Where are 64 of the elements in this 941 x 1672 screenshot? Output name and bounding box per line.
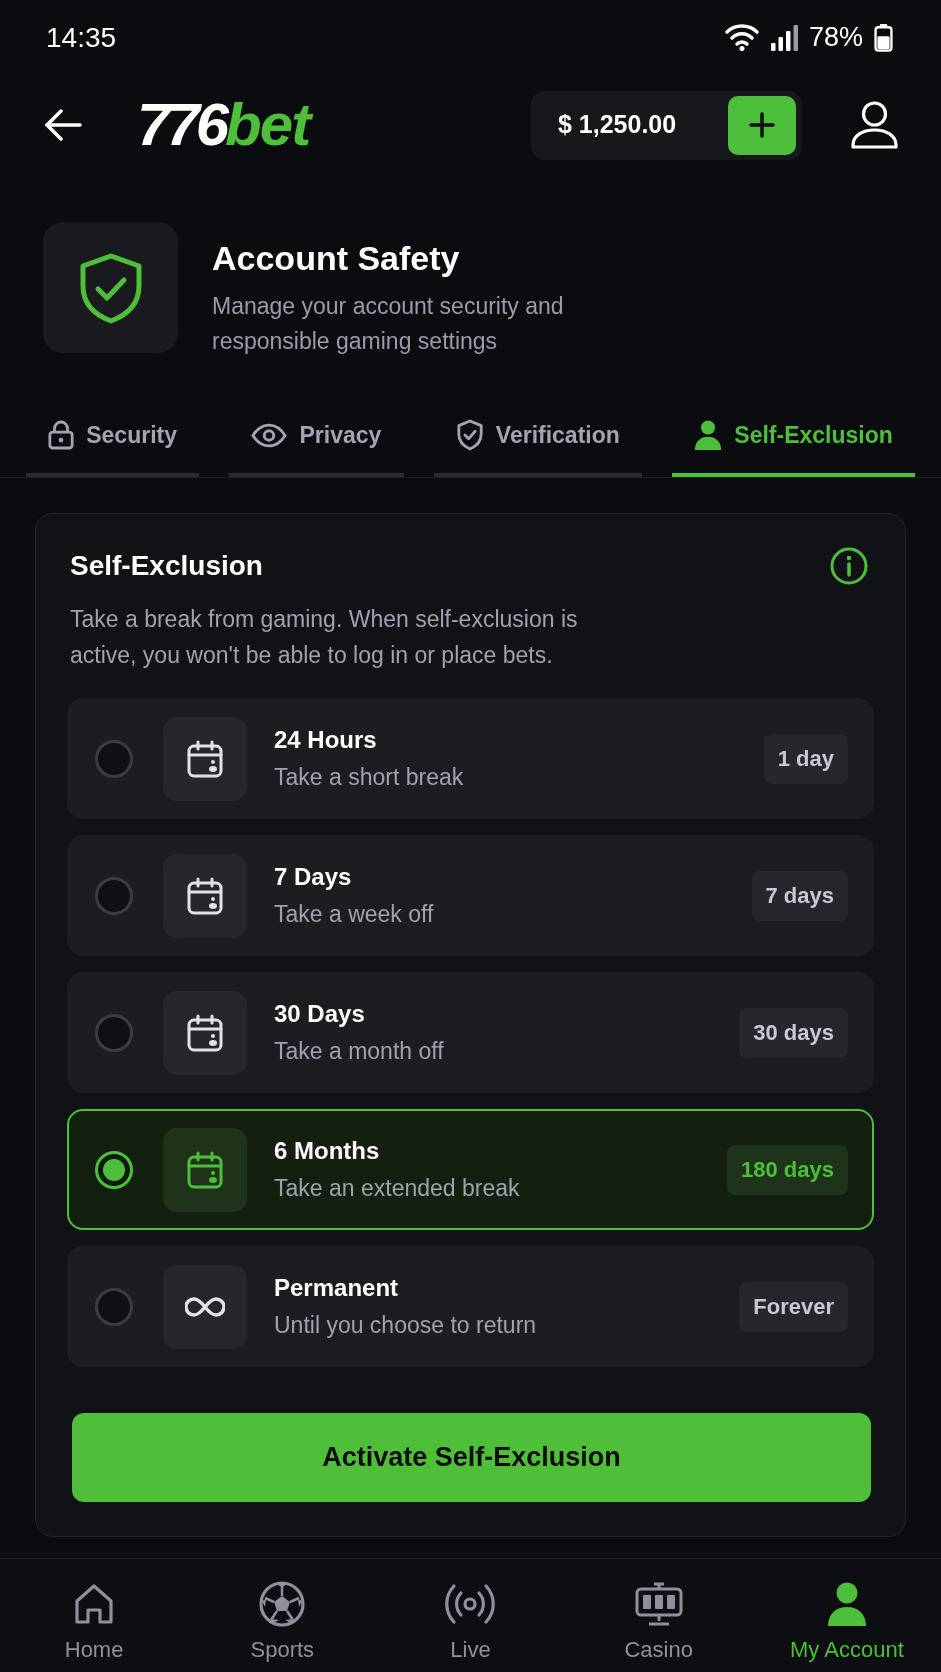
calendar-icon	[163, 990, 247, 1075]
info-icon[interactable]	[830, 547, 868, 585]
calendar-icon	[163, 716, 247, 801]
option-subtitle: Take an extended break	[274, 1174, 521, 1203]
soccer-ball-icon	[259, 1581, 306, 1627]
home-icon	[73, 1583, 116, 1625]
option-title: 6 Months	[274, 1136, 381, 1166]
exclusion-option-card[interactable]: Permanent Until you choose to return Forever	[67, 1246, 874, 1367]
exclusion-option-card[interactable]: 6 Months Take an extended break 180 days	[67, 1109, 874, 1230]
card-description: Take a break from gaming. When self-exclusion is active, you won't be able to log in or place bets.	[69, 605, 579, 670]
nav-item[interactable]: Casino	[564, 1559, 753, 1672]
battery-icon	[874, 23, 893, 52]
balance-amount: $ 1,250.00	[558, 109, 677, 141]
person-icon	[694, 420, 723, 450]
tab[interactable]: Security	[26, 397, 200, 477]
eye-icon	[251, 422, 288, 448]
battery-percent: 78%	[808, 24, 863, 51]
duration-badge: 1 day	[763, 733, 848, 784]
wifi-icon	[723, 24, 760, 51]
radio-button[interactable]	[95, 1013, 133, 1052]
duration-badge: Forever	[739, 1281, 848, 1332]
person-icon	[825, 1582, 868, 1626]
tab[interactable]: Privacy	[229, 397, 404, 477]
duration-badge: 30 days	[739, 1007, 848, 1058]
infinity-icon	[163, 1264, 247, 1349]
shield-check-icon	[455, 419, 484, 451]
option-subtitle: Take a week off	[274, 900, 435, 929]
option-title: 24 Hours	[274, 725, 378, 755]
shield-check-icon	[43, 222, 178, 353]
nav-item[interactable]: Home	[0, 1559, 189, 1672]
nav-item[interactable]: Live	[376, 1559, 565, 1672]
broadcast-icon	[444, 1582, 497, 1626]
signal-icon	[770, 24, 798, 51]
slot-machine-icon	[633, 1581, 684, 1627]
plus-icon	[749, 112, 775, 138]
duration-badge: 180 days	[727, 1144, 848, 1195]
option-title: 7 Days	[274, 862, 353, 892]
page-subtitle: Manage your account security and responsible gaming settings	[212, 292, 565, 356]
option-subtitle: Until you choose to return	[274, 1311, 538, 1340]
exclusion-option-card[interactable]: 7 Days Take a week off 7 days	[67, 835, 874, 956]
card-title: Self-Exclusion	[70, 549, 263, 583]
exclusion-option-card[interactable]: 30 Days Take a month off 30 days	[67, 972, 874, 1093]
tab[interactable]: Verification	[433, 397, 643, 477]
status-time: 14:35	[46, 23, 117, 52]
calendar-icon	[163, 1127, 247, 1212]
option-title: Permanent	[274, 1273, 400, 1303]
calendar-icon	[163, 853, 247, 938]
activate-button[interactable]: Activate Self-Exclusion	[72, 1413, 871, 1502]
page-title: Account Safety	[212, 240, 461, 276]
user-icon[interactable]	[851, 101, 898, 149]
duration-badge: 7 days	[751, 870, 848, 921]
radio-button[interactable]	[95, 1287, 133, 1326]
nav-item[interactable]: My Account	[752, 1559, 941, 1672]
radio-button[interactable]	[95, 1150, 133, 1189]
option-subtitle: Take a month off	[274, 1037, 445, 1066]
option-title: 30 Days	[274, 999, 366, 1029]
tab[interactable]: Self-Exclusion	[672, 397, 916, 477]
radio-button[interactable]	[95, 876, 133, 915]
option-subtitle: Take a short break	[274, 763, 465, 792]
exclusion-option-card[interactable]: 24 Hours Take a short break 1 day	[67, 698, 874, 819]
lock-icon	[48, 420, 75, 450]
radio-button[interactable]	[95, 739, 133, 778]
nav-item[interactable]: Sports	[188, 1559, 377, 1672]
add-funds-button[interactable]	[728, 95, 796, 155]
